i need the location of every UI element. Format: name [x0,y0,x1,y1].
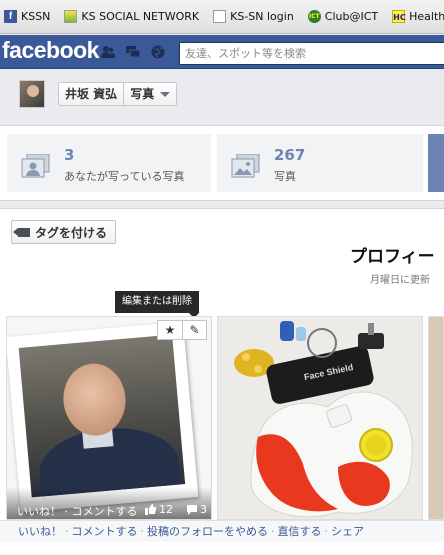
photos-of-you-icon [21,154,50,178]
stat-label: 写真 [274,170,296,183]
profile-name-link[interactable]: 井坂 資弘 [59,83,123,105]
photo-action-box: ★ ✎ [157,320,207,340]
photo-face [60,361,129,439]
bookmark-label: KS SOCIAL NETWORK [81,10,200,23]
bookmarks-bar: f KSSN KS SOCIAL NETWORK KS-SN login ICT… [0,0,444,34]
bookmark-kssn[interactable]: f KSSN [4,10,50,23]
search-input[interactable]: 友達、スポット等を検索 [179,42,444,65]
facebook-top-bar: facebook 友達、スポット等を検索 [0,35,444,69]
separator: · [140,525,145,538]
comment-link[interactable]: コメントする [72,525,138,538]
post-actions-bar: いいね！ · コメントする · 投稿のフォローをやめる · 直信する · シェア [0,520,444,542]
bookmark-club-ict[interactable]: ICT Club@ICT [307,10,379,23]
photo-tile[interactable]: Face Shield [217,316,423,520]
keychain-photo: Face Shield [218,317,422,519]
stat-photos[interactable]: 267 写真 [217,134,423,192]
photo-tile-partial[interactable] [428,316,444,520]
tag-icon [13,227,30,237]
share-link[interactable]: シェア [331,525,364,538]
bookmark-label: Club@ICT [324,10,379,23]
facebook-logo[interactable]: facebook [2,37,99,64]
friend-requests-icon[interactable] [101,45,115,59]
bookmark-health[interactable]: HC Health C [392,10,444,23]
bookmark-label: KS-SN login [230,10,294,23]
separator: · [324,525,329,538]
page-icon [213,10,227,23]
separator: · [65,525,69,538]
chevron-down-icon [160,92,171,97]
bookmark-ks-sn-login[interactable]: KS-SN login [213,10,294,23]
comment-count: 3 [200,503,207,516]
profile-header: 井坂 資弘 写真 [0,70,444,124]
stat-count: 3 [64,146,75,164]
stat-photos-of-you[interactable]: 3 あなたが写っている写真 [7,134,211,192]
feature-star-icon[interactable]: ★ [158,321,182,339]
photo-stats-panel: 3 あなたが写っている写真 267 写真 [0,125,444,201]
edit-tooltip: 編集または削除 [115,291,199,318]
photos-icon [231,154,260,178]
photo-tile[interactable]: いいね！ · コメントする 12 3 [6,316,212,520]
hc-icon: HC [392,10,406,23]
bookmark-label: Health C [409,10,444,23]
album-title: プロフィー [350,247,435,267]
notifications-globe-icon[interactable] [151,45,165,59]
avatar[interactable] [19,80,45,108]
profile-photo [18,334,186,498]
edit-pencil-icon[interactable]: ✎ [182,321,206,339]
comment-bubble-icon [187,505,197,515]
section-label: 写真 [130,87,155,101]
polaroid-frame [7,321,199,513]
stat-count: 267 [274,146,306,164]
ict-icon: ICT [307,10,321,23]
bookmark-label: KSSN [21,10,51,23]
stat-label: あなたが写っている写真 [64,170,185,183]
ks-icon [64,10,78,23]
bookmark-ks-social-network[interactable]: KS SOCIAL NETWORK [64,10,199,23]
stat-albums-partial[interactable] [428,134,444,192]
tag-button-label: タグを付ける [35,225,108,240]
profile-breadcrumb: 井坂 資弘 写真 [58,82,178,106]
like-link[interactable]: いいね！ [18,525,62,538]
separator: · [271,525,275,538]
section-dropdown[interactable]: 写真 [124,83,176,105]
message-link[interactable]: 直信する [278,525,322,538]
messages-icon[interactable] [126,45,140,59]
tag-button[interactable]: タグを付ける [11,220,117,244]
album-updated: 月曜日に更新 [370,275,430,286]
album-section: タグを付ける プロフィー 月曜日に更新 編集または削除 いいね！ · コメントす… [0,208,444,555]
photo-like-comment[interactable]: いいね！ · コメントする [17,503,138,519]
facebook-icon: f [4,10,17,23]
unfollow-link[interactable]: 投稿のフォローをやめる [147,525,268,538]
like-count: 12 [159,503,173,516]
like-thumb-icon [145,504,156,515]
